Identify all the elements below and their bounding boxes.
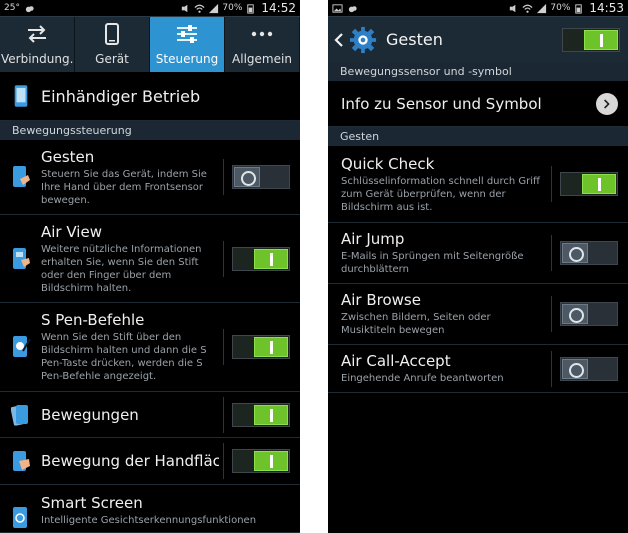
- setting-row-bewegungen[interactable]: Bewegungen: [0, 392, 300, 438]
- phone-icon: [104, 22, 120, 46]
- chevron-right-icon[interactable]: [596, 92, 618, 115]
- setting-description: E-Mails in Sprüngen mit Seitengröße durc…: [341, 251, 524, 275]
- mute-icon: [508, 3, 519, 14]
- gear-icon: [348, 25, 378, 55]
- tab-verbindungen[interactable]: Verbindung..: [0, 17, 75, 72]
- arrows-icon: [25, 22, 49, 46]
- clock: 14:53: [589, 1, 624, 15]
- s-pen-icon: [10, 335, 32, 359]
- setting-title: Air Call-Accept: [341, 352, 451, 370]
- setting-description: Steuern Sie das Gerät, indem Sie Ihre Ha…: [41, 168, 207, 206]
- info-sensor-row[interactable]: Info zu Sensor und Symbol: [328, 81, 628, 127]
- status-bar: 70% 14:53: [328, 0, 628, 16]
- battery-percent: 70%: [550, 3, 571, 13]
- hand-gesture-icon: [10, 165, 32, 189]
- setting-description: Eingehende Anrufe beantworten: [341, 373, 504, 384]
- one-hand-icon: [10, 84, 32, 108]
- setting-description: Schlüsselinformation schnell durch Griff…: [341, 175, 540, 213]
- battery-icon: [245, 3, 256, 14]
- image-icon: [332, 3, 343, 14]
- section-header-sensor: Bewegungssensor und -symbol: [328, 62, 628, 81]
- air-view-icon: [10, 247, 32, 271]
- toggle-quick-check[interactable]: [560, 172, 618, 196]
- settings-tab-bar: Verbindung.. Gerät Steuerung Allgemein: [0, 16, 300, 72]
- signal-icon: [208, 3, 219, 14]
- toggle-air-jump[interactable]: [560, 241, 618, 265]
- setting-title: Bewegung der Handfläc..: [41, 452, 219, 470]
- clock: 14:52: [261, 1, 296, 15]
- page-title: Gesten: [386, 30, 443, 49]
- toggle-s-pen-befehle[interactable]: [232, 335, 290, 359]
- setting-title: Air Browse: [341, 291, 421, 309]
- weather-icon: [24, 3, 35, 14]
- setting-description: Wenn Sie den Stift über den Bildschirm h…: [41, 332, 207, 382]
- setting-title: Smart Screen: [41, 494, 143, 512]
- setting-title: Air Jump: [341, 230, 405, 248]
- toggle-gesten[interactable]: [232, 165, 290, 189]
- setting-row-bewegung-handflaeche[interactable]: Bewegung der Handfläc..: [0, 438, 300, 485]
- master-toggle-gesten[interactable]: [562, 27, 620, 52]
- toggle-bewegungen[interactable]: [232, 402, 290, 427]
- right-screen: 70% 14:53 Gesten Bewegungssensor und -sy…: [328, 0, 628, 533]
- toggle-bewegung-handflaeche[interactable]: [232, 449, 290, 473]
- setting-description: Intelligente Gesichtserkennungsfunktione…: [41, 515, 257, 526]
- setting-row-gesten[interactable]: Gesten Steuern Sie das Gerät, indem Sie …: [0, 140, 300, 215]
- setting-description: Zwischen Bildern, Seiten oder Musiktitel…: [341, 312, 491, 336]
- tab-geraet[interactable]: Gerät: [75, 17, 150, 72]
- section-header-bewegungssteuerung: Bewegungssteuerung: [0, 121, 300, 140]
- signal-icon: [536, 3, 547, 14]
- mute-icon: [180, 3, 191, 14]
- status-bar: 25° 70% 14:52: [0, 0, 300, 16]
- battery-icon: [573, 3, 584, 14]
- setting-title: Gesten: [41, 147, 95, 166]
- chevron-left-icon: [334, 32, 343, 47]
- one-hand-title: Einhändiger Betrieb: [41, 86, 201, 106]
- action-bar: Gesten: [328, 16, 628, 62]
- temperature-text: 25°: [4, 3, 20, 13]
- sliders-icon: [175, 22, 199, 46]
- palm-motion-icon: [10, 449, 32, 473]
- setting-row-s-pen-befehle[interactable]: S Pen-Befehle Wenn Sie den Stift über de…: [0, 303, 300, 392]
- setting-title: Bewegungen: [41, 405, 139, 424]
- one-hand-row[interactable]: Einhändiger Betrieb: [0, 72, 300, 121]
- setting-title: Air View: [41, 222, 102, 241]
- tab-steuerung[interactable]: Steuerung: [150, 17, 225, 72]
- setting-description: Weitere nützliche Informationen erhalten…: [41, 243, 202, 294]
- smart-screen-icon: [10, 506, 32, 530]
- tab-allgemein[interactable]: Allgemein: [225, 17, 300, 72]
- setting-row-smart-screen[interactable]: Smart Screen Intelligente Gesichtserkenn…: [0, 485, 300, 533]
- info-sensor-title: Info zu Sensor und Symbol: [341, 94, 542, 113]
- setting-title: S Pen-Befehle: [41, 311, 145, 329]
- wifi-icon: [522, 3, 533, 14]
- battery-percent: 70%: [222, 3, 243, 13]
- back-button[interactable]: [334, 32, 346, 48]
- section-header-gesten: Gesten: [328, 127, 628, 146]
- toggle-air-view[interactable]: [232, 246, 290, 271]
- setting-row-air-view[interactable]: Air View Weitere nützliche Informationen…: [0, 215, 300, 303]
- gesture-row-quick-check[interactable]: Quick Check Schlüsselinformation schnell…: [328, 146, 628, 223]
- toggle-air-browse[interactable]: [560, 302, 618, 326]
- motion-icon: [10, 403, 32, 427]
- weather-icon: [347, 3, 358, 14]
- gesture-row-air-browse[interactable]: Air Browse Zwischen Bildern, Seiten oder…: [328, 284, 628, 345]
- gesture-row-air-call-accept[interactable]: Air Call-Accept Eingehende Anrufe beantw…: [328, 345, 628, 393]
- gesture-row-air-jump[interactable]: Air Jump E-Mails in Sprüngen mit Seiteng…: [328, 223, 628, 284]
- more-icon: [250, 22, 274, 46]
- left-screen: 25° 70% 14:52 Verbindung.. Gerät Steueru…: [0, 0, 300, 533]
- setting-title: Quick Check: [341, 154, 435, 173]
- wifi-icon: [194, 3, 205, 14]
- toggle-air-call-accept[interactable]: [560, 356, 618, 381]
